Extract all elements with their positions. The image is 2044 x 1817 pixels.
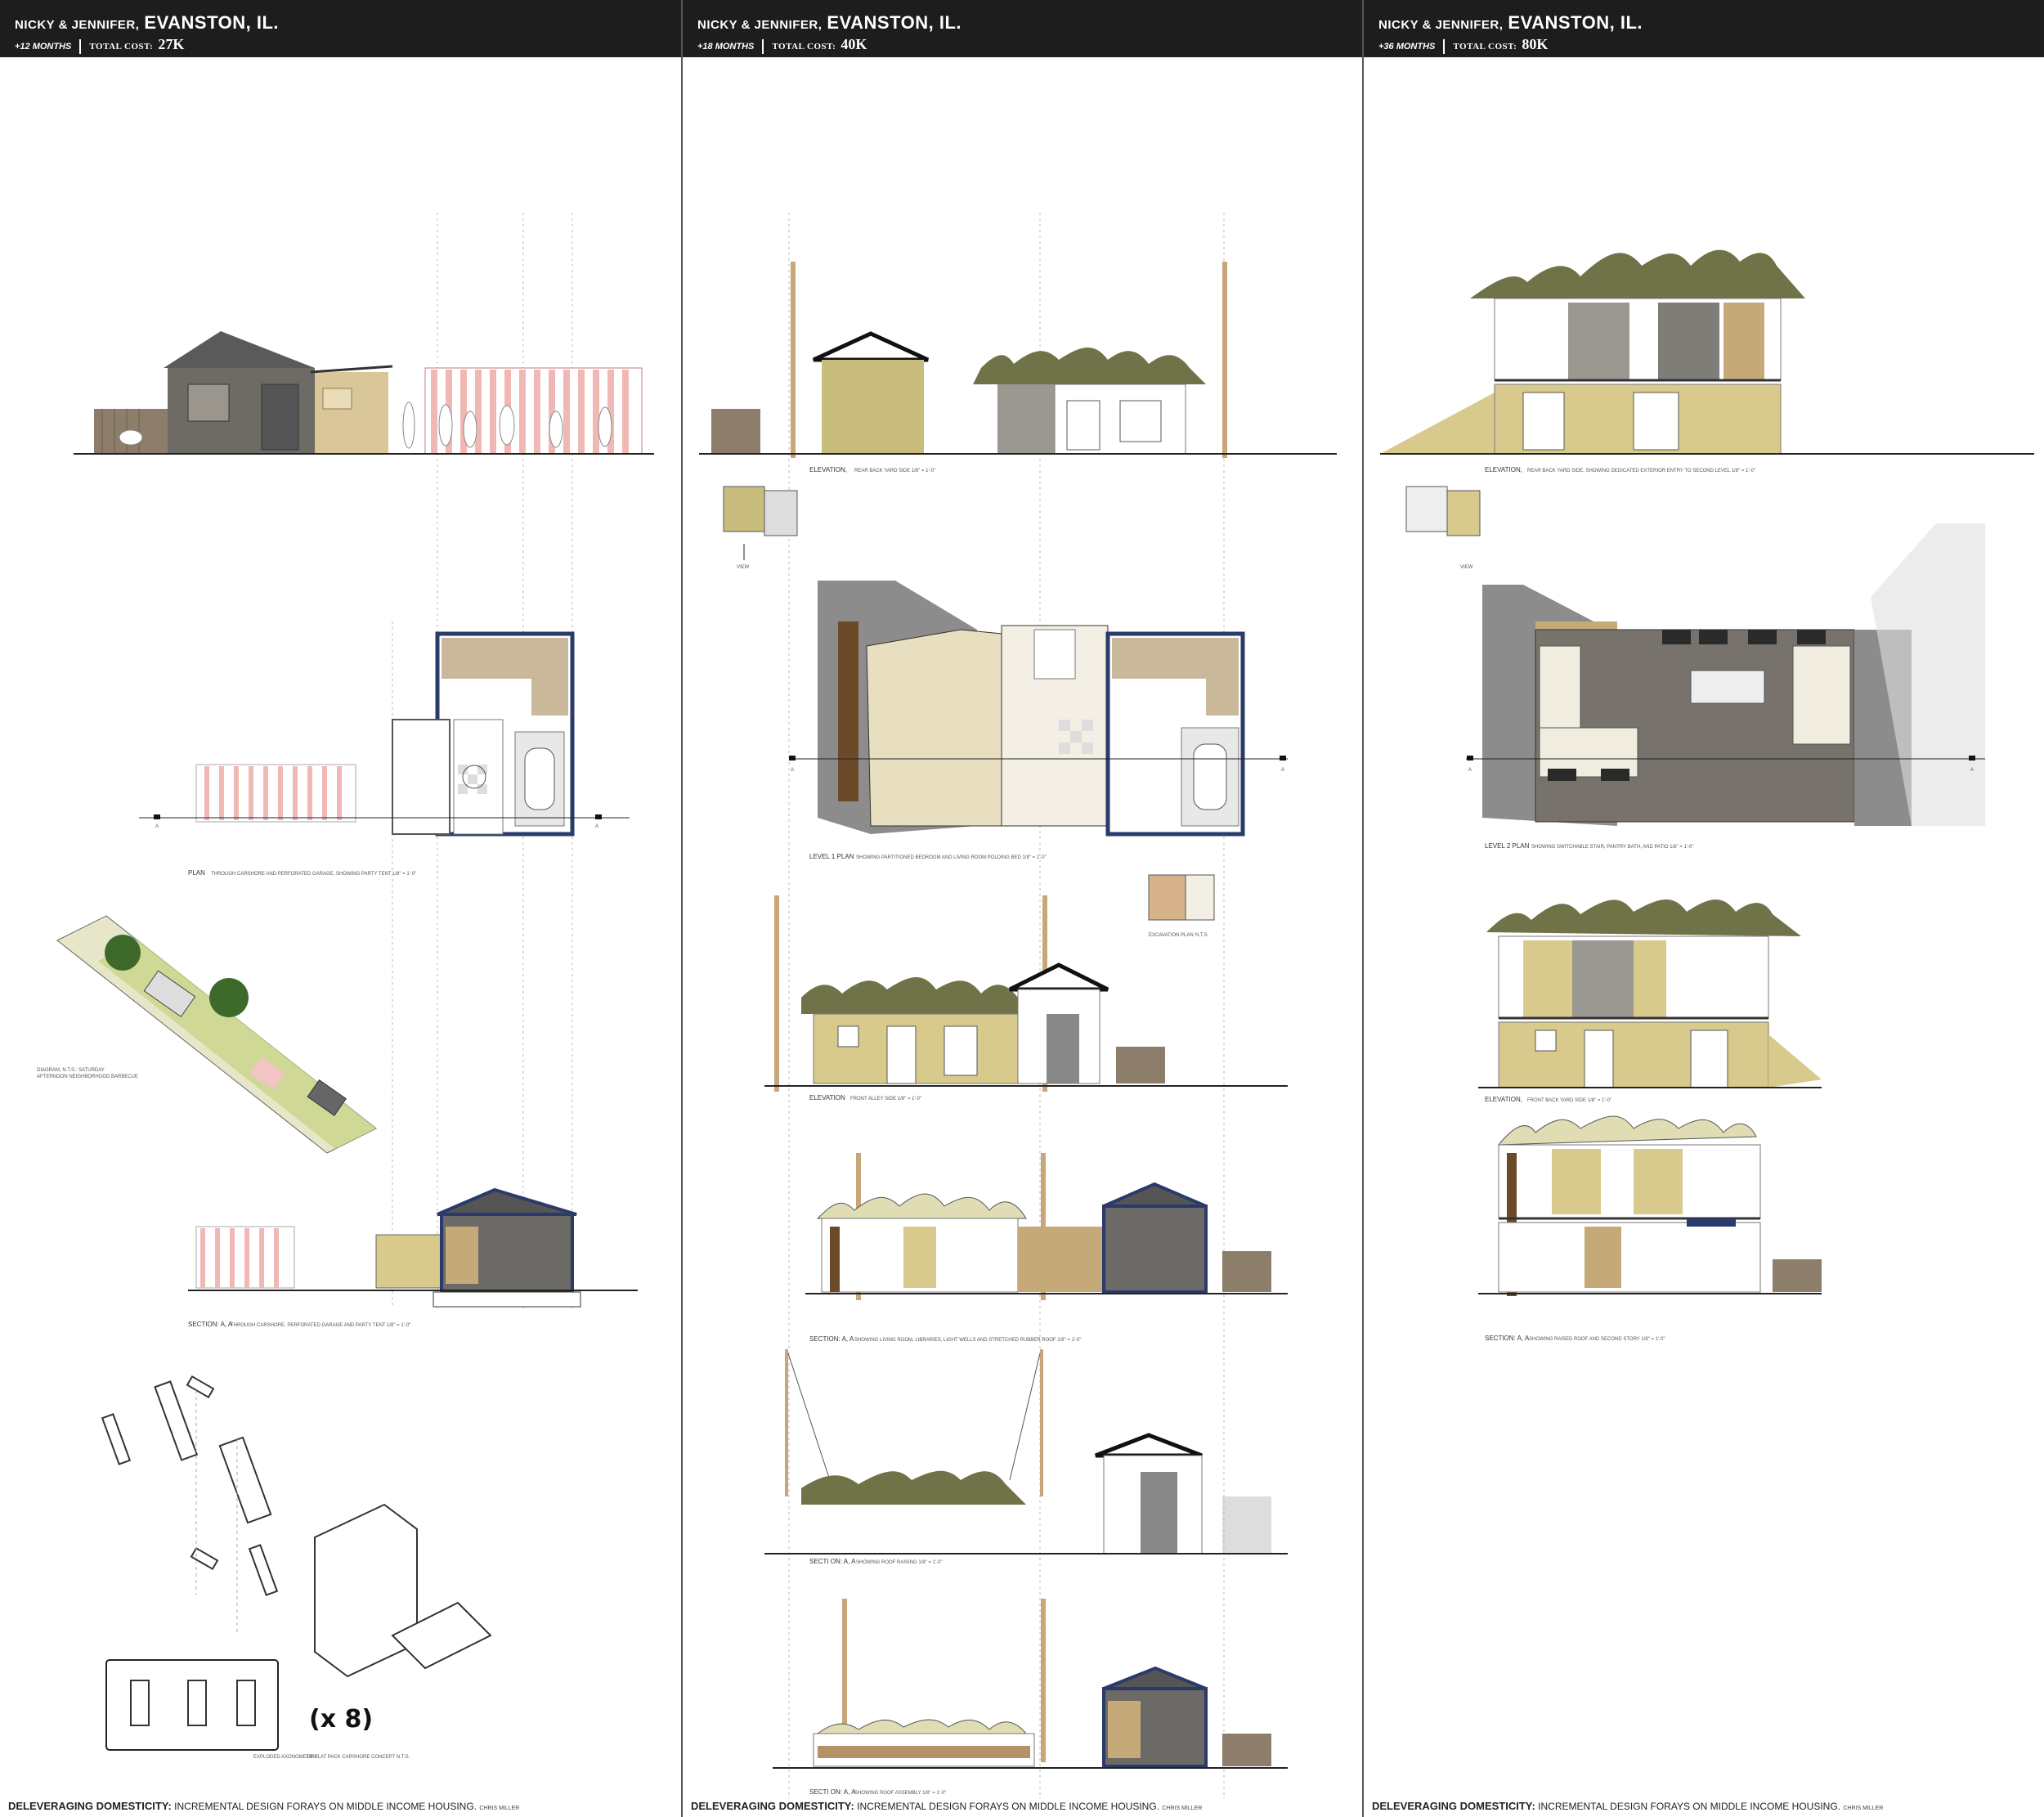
- diagram-caption: DIAGRAM, N.T.S.: SATURDAY: [37, 1068, 105, 1073]
- excavation-plan: EXCAVATION PLAN N.T.S.: [1148, 874, 1215, 938]
- key-plan: VIEW: [1405, 486, 1481, 570]
- footer-credits: CHRIS MILLER: [479, 1806, 520, 1811]
- elevation-front: ELEVATION FRONT ALLEY SIDE 1/8" = 1'-0": [764, 895, 1288, 1101]
- excavation-caption: EXCAVATION PLAN: [1149, 933, 1194, 938]
- footer-title: DELEVERAGING DOMESTICITY:: [691, 1800, 854, 1812]
- footer: DELEVERAGING DOMESTICITY: INCREMENTAL DE…: [8, 1800, 519, 1812]
- level2-caption: LEVEL 2 PLAN: [1485, 842, 1530, 850]
- level-1-plan: A A LEVEL 1 PLAN SHOWING PARTITIONED BED…: [789, 581, 1288, 860]
- key-plan: VIEW: [723, 486, 798, 570]
- footer-credits: CHRIS MILLER: [1162, 1806, 1203, 1811]
- section1-caption: SECTION: A, A: [809, 1335, 854, 1343]
- section3-caption-note: SHOWING ROOF ASSEMBLY 1/8" = 1'-0": [854, 1791, 946, 1796]
- elevation2-caption-note: FRONT ALLEY SIDE 1/8" = 1'-0": [850, 1097, 921, 1101]
- diagram-caption-note: AFTERNOON NEIGHBORHOOD BARBECUE: [37, 1074, 138, 1079]
- section3-caption: SECTI ON: A, A: [809, 1788, 856, 1796]
- section-roof-assembly: SECTI ON: A, A SHOWING ROOF ASSEMBLY 1/8…: [773, 1599, 1288, 1796]
- exploded-caption-note: OF FLAT PACK CARSHORE CONCEPT N.T.S.: [307, 1755, 410, 1760]
- section1-caption-note: SHOWING LIVING ROOM, LIBRARIES, LIGHT WE…: [854, 1338, 1082, 1343]
- panel-36-months: NICKY & JENNIFER, EVANSTON, IL. +36 MONTH…: [1362, 0, 2044, 1817]
- view-label: VIEW: [737, 565, 750, 570]
- section-roof-raising: SECTI ON: A, A SHOWING ROOF RAISING 1/8"…: [764, 1349, 1288, 1565]
- site-diagram: DIAGRAM, N.T.S.: SATURDAY AFTERNOON NEIG…: [37, 915, 377, 1154]
- section2-caption-note: SHOWING ROOF RAISING 1/8" = 1'-0": [856, 1560, 943, 1565]
- level1-caption-note: SHOWING PARTITIONED BEDROOM AND LIVING R…: [856, 855, 1047, 860]
- elevation-garage-tent: [74, 331, 654, 455]
- plan-caption-note: THROUGH CARSHORE AND PERFORATED GARAGE, …: [211, 872, 416, 877]
- panel-12-months: NICKY & JENNIFER, EVANSTON, IL. +12 MONTH…: [0, 0, 681, 1817]
- panel-3-drawings: ELEVATION, REAR BACK YARD SIDE, SHOWING …: [1380, 249, 2034, 1342]
- plan-caption: PLAN: [188, 869, 205, 877]
- section-marker-a: A: [155, 824, 159, 829]
- section-marker-a: A: [1281, 768, 1284, 773]
- section-garage: SECTION: A, A THROUGH CARSHORE, PERFORAT…: [188, 1187, 638, 1328]
- footer-subtitle: INCREMENTAL DESIGN FORAYS ON MIDDLE INCO…: [1538, 1801, 1840, 1812]
- footer: DELEVERAGING DOMESTICITY: INCREMENTAL DE…: [691, 1800, 1202, 1812]
- elevation2-caption: ELEVATION,: [1485, 1096, 1522, 1103]
- view-label: VIEW: [1460, 565, 1473, 570]
- elevation-rear-two-story: ELEVATION, REAR BACK YARD SIDE, SHOWING …: [1380, 249, 2034, 473]
- elevation-front-two-story: ELEVATION, FRONT BACK YARD SIDE 1/8" = 1…: [1478, 900, 1822, 1103]
- footer-title: DELEVERAGING DOMESTICITY:: [1372, 1800, 1535, 1812]
- level1-caption: LEVEL 1 PLAN: [809, 853, 854, 860]
- elevation-rear: ELEVATION, REAR BACK YARD SIDE 1/8" = 1'…: [699, 262, 1337, 473]
- section-living: SECTION: A, A SHOWING LIVING ROOM, LIBRA…: [805, 1153, 1288, 1343]
- elevation-caption: ELEVATION,: [1485, 466, 1522, 473]
- elevation-caption: ELEVATION,: [809, 466, 847, 473]
- panel-1-drawings: A A PLAN THROUGH CARSHORE AND PERFORATED…: [37, 213, 654, 1760]
- footer-title: DELEVERAGING DOMESTICITY:: [8, 1800, 172, 1812]
- footer-subtitle: INCREMENTAL DESIGN FORAYS ON MIDDLE INCO…: [857, 1801, 1159, 1812]
- plan-garage: A A PLAN THROUGH CARSHORE AND PERFORATED…: [139, 631, 630, 877]
- level2-caption-note: SHOWING SWITCHABLE STAIR, PANTRY BATH, A…: [1531, 845, 1694, 850]
- elevation-caption-note: REAR BACK YARD SIDE, SHOWING DEDICATED E…: [1527, 469, 1755, 473]
- section-caption: SECTION: A, A: [188, 1321, 233, 1328]
- footer: DELEVERAGING DOMESTICITY: INCREMENTAL DE…: [1372, 1800, 1883, 1812]
- level-2-plan: A A LEVEL 2 PLAN SHOWING SWITCHABLE STAI…: [1466, 523, 1985, 850]
- multiplier-label: (x 8): [309, 1705, 373, 1734]
- footer-credits: CHRIS MILLER: [1843, 1806, 1884, 1811]
- footer-subtitle: INCREMENTAL DESIGN FORAYS ON MIDDLE INCO…: [174, 1801, 477, 1812]
- excavation-caption-note: N.T.S.: [1195, 933, 1209, 938]
- section-caption: SECTION: A, A: [1485, 1335, 1530, 1342]
- exploded-axonometric: [101, 1375, 492, 1751]
- section-raised-roof: SECTION: A, A SHOWING RAISED ROOF AND SE…: [1478, 1115, 1822, 1342]
- section-marker-a: A: [1468, 768, 1472, 773]
- section-caption-note: SHOWING RAISED ROOF AND SECOND STORY 1/8…: [1529, 1337, 1665, 1342]
- panel-18-months: NICKY & JENNIFER, EVANSTON, IL. +18 MONTH…: [681, 0, 1364, 1817]
- section-caption-note: THROUGH CARSHORE, PERFORATED GARAGE AND …: [231, 1323, 410, 1328]
- section-marker-a: A: [791, 768, 794, 773]
- section-marker-a: A: [595, 824, 598, 829]
- elevation2-caption-note: FRONT BACK YARD SIDE 1/8" = 1'-0": [1527, 1098, 1611, 1103]
- panel-2-drawings: ELEVATION, REAR BACK YARD SIDE 1/8" = 1'…: [699, 213, 1337, 1799]
- elevation2-caption: ELEVATION: [809, 1094, 845, 1101]
- section-marker-a: A: [1970, 768, 1974, 773]
- section2-caption: SECTI ON: A, A: [809, 1558, 856, 1565]
- elevation-caption-note: REAR BACK YARD SIDE 1/8" = 1'-0": [854, 469, 935, 473]
